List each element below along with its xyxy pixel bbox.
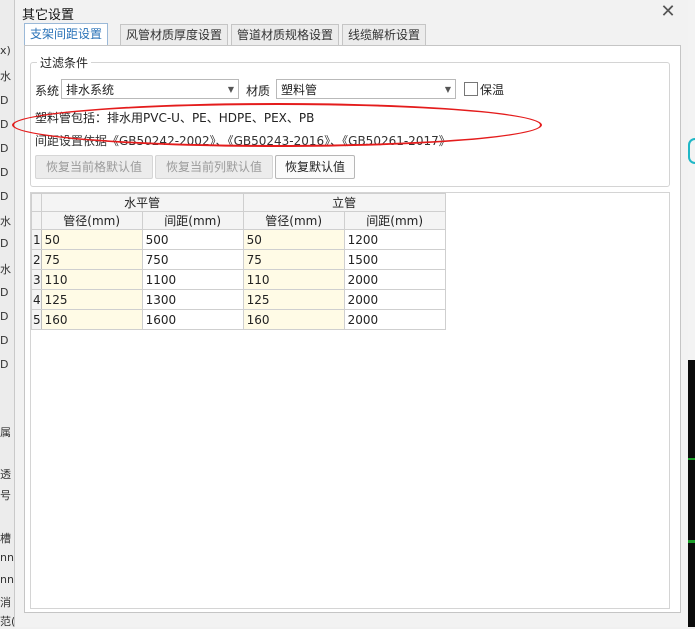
background-app-right-strip — [687, 0, 695, 627]
table-row: 5 160 1600 160 2000 — [31, 309, 446, 330]
horizontal-diameter-cell: 75 — [40, 249, 143, 270]
bg-fragment: x) — [0, 44, 11, 57]
vertical-spacing-cell[interactable]: 1500 — [343, 249, 446, 270]
horizontal-spacing-cell[interactable]: 750 — [141, 249, 244, 270]
table-group-header-row: 水平管 立管 — [31, 193, 446, 212]
bg-canvas-dark — [687, 360, 695, 627]
bg-fragment: 号 — [0, 489, 11, 502]
bg-fragment: 水 — [0, 215, 11, 228]
spacing-table: 水平管 立管 管径(mm) 间距(mm) 管径(mm) 间距(mm) 1 50 … — [31, 193, 446, 330]
bg-green-line — [687, 540, 695, 543]
tab-duct-thickness[interactable]: 风管材质厚度设置 — [120, 24, 229, 46]
restore-cell-default-button[interactable]: 恢复当前格默认值 — [35, 155, 153, 179]
bg-fragment: D — [0, 358, 9, 371]
vertical-spacing-cell[interactable]: 2000 — [343, 269, 446, 290]
corner-cell — [31, 193, 42, 212]
group-header-horizontal: 水平管 — [40, 193, 244, 212]
restore-default-button[interactable]: 恢复默认值 — [275, 155, 355, 179]
bg-fragment: D — [0, 334, 9, 347]
settings-dialog: 其它设置 ✕ 支架间距设置 风管材质厚度设置 管道材质规格设置 线缆解析设置 过… — [12, 0, 688, 627]
dialog-title: 其它设置 — [22, 8, 75, 23]
horizontal-diameter-cell: 125 — [40, 289, 143, 310]
bg-fragment: D — [0, 237, 9, 250]
bg-cyan-shape — [688, 138, 695, 164]
row-number: 4 — [31, 289, 42, 310]
system-select-value: 排水系统 — [66, 83, 115, 97]
vertical-spacing-cell[interactable]: 2000 — [343, 289, 446, 310]
vertical-spacing-cell[interactable]: 1200 — [343, 229, 446, 250]
background-app-left-strip: x) 水 D D D D D 水 D 水 D D D D 属 透 号 槽 nn … — [0, 0, 15, 628]
tab-support-spacing[interactable]: 支架间距设置 — [24, 23, 109, 46]
bg-fragment: D — [0, 142, 9, 155]
tab-cable-parsing[interactable]: 线缆解析设置 — [342, 24, 427, 46]
column-header: 间距(mm) — [141, 211, 244, 230]
filter-group: 过滤条件 系统 排水系统 ▼ 材质 塑料管 ▼ 保温 塑料管包括：排水用PVC-… — [30, 54, 670, 187]
tab-panel-support-spacing: 过滤条件 系统 排水系统 ▼ 材质 塑料管 ▼ 保温 塑料管包括：排水用PVC-… — [24, 45, 681, 613]
insulation-checkbox[interactable] — [464, 82, 478, 96]
bg-fragment: D — [0, 94, 9, 107]
vertical-spacing-cell[interactable]: 2000 — [343, 309, 446, 330]
horizontal-spacing-cell[interactable]: 500 — [141, 229, 244, 250]
bg-fragment: 属 — [0, 426, 11, 439]
restore-column-default-button[interactable]: 恢复当前列默认值 — [155, 155, 273, 179]
material-label: 材质 — [246, 84, 271, 98]
close-icon[interactable]: ✕ — [658, 2, 678, 22]
chevron-down-icon: ▼ — [227, 85, 234, 94]
tab-pipe-material-spec[interactable]: 管道材质规格设置 — [231, 24, 340, 46]
table-row: 3 110 1100 110 2000 — [31, 269, 446, 290]
horizontal-spacing-cell[interactable]: 1300 — [141, 289, 244, 310]
table-row: 2 75 750 75 1500 — [31, 249, 446, 270]
bg-fragment: nn — [0, 551, 14, 564]
spacing-table-area: 水平管 立管 管径(mm) 间距(mm) 管径(mm) 间距(mm) 1 50 … — [30, 192, 670, 609]
horizontal-spacing-cell[interactable]: 1600 — [141, 309, 244, 330]
column-header: 管径(mm) — [40, 211, 143, 230]
horizontal-diameter-cell: 110 — [40, 269, 143, 290]
bg-fragment: D — [0, 190, 9, 203]
table-row: 1 50 500 50 1200 — [31, 229, 446, 250]
bg-fragment: D — [0, 286, 9, 299]
vertical-diameter-cell: 75 — [242, 249, 345, 270]
group-header-vertical: 立管 — [242, 193, 446, 212]
bg-green-line — [687, 458, 695, 460]
horizontal-spacing-cell[interactable]: 1100 — [141, 269, 244, 290]
system-label: 系统 — [35, 84, 60, 98]
bg-fragment: D — [0, 310, 9, 323]
bg-fragment: nn — [0, 573, 14, 586]
bg-fragment: 槽 — [0, 532, 11, 545]
insulation-label: 保温 — [480, 83, 505, 97]
row-number: 3 — [31, 269, 42, 290]
material-select[interactable]: 塑料管 ▼ — [276, 79, 456, 99]
row-number: 5 — [31, 309, 42, 330]
horizontal-diameter-cell: 50 — [40, 229, 143, 250]
corner-cell — [31, 211, 42, 230]
bg-fragment: D — [0, 118, 9, 131]
bg-fragment: 消 — [0, 596, 11, 609]
table-column-header-row: 管径(mm) 间距(mm) 管径(mm) 间距(mm) — [31, 211, 446, 230]
bg-fragment: 水 — [0, 70, 11, 83]
bg-fragment: 水 — [0, 263, 11, 276]
system-select[interactable]: 排水系统 ▼ — [61, 79, 239, 99]
filter-group-title: 过滤条件 — [37, 54, 92, 71]
vertical-diameter-cell: 160 — [242, 309, 345, 330]
row-number: 1 — [31, 229, 42, 250]
chevron-down-icon: ▼ — [444, 85, 451, 94]
bg-fragment: D — [0, 166, 9, 179]
column-header: 间距(mm) — [343, 211, 446, 230]
spacing-basis-note: 间距设置依据《GB50242-2002》、《GB50243-2016》、《GB5… — [35, 134, 451, 148]
vertical-diameter-cell: 110 — [242, 269, 345, 290]
horizontal-diameter-cell: 160 — [40, 309, 143, 330]
vertical-diameter-cell: 125 — [242, 289, 345, 310]
table-row: 4 125 1300 125 2000 — [31, 289, 446, 310]
plastic-pipe-note: 塑料管包括：排水用PVC-U、PE、HDPE、PEX、PB — [35, 111, 315, 125]
material-select-value: 塑料管 — [281, 83, 318, 97]
vertical-diameter-cell: 50 — [242, 229, 345, 250]
row-number: 2 — [31, 249, 42, 270]
bg-fragment: 透 — [0, 468, 11, 481]
column-header: 管径(mm) — [242, 211, 345, 230]
